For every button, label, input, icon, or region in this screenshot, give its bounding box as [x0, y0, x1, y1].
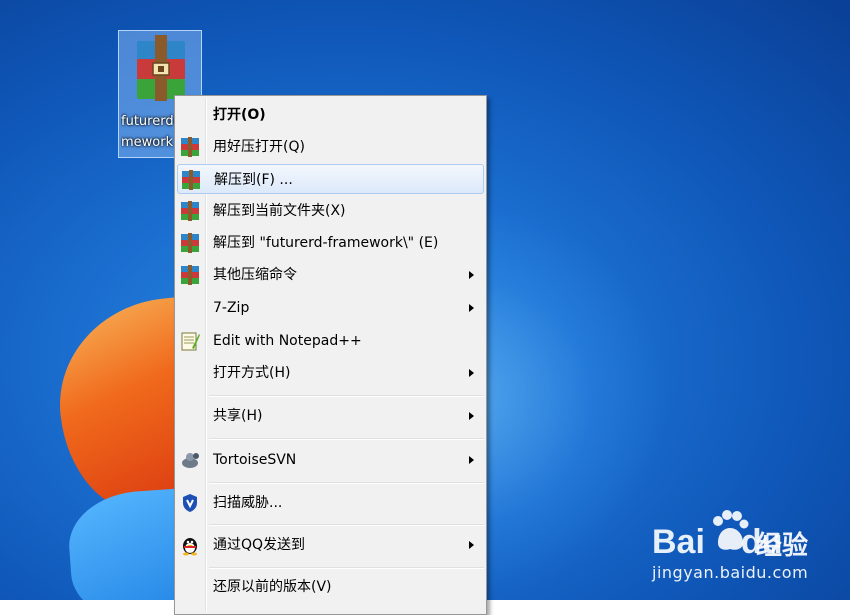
haozip-icon — [179, 136, 201, 158]
submenu-arrow-icon — [469, 271, 474, 279]
menu-separator — [209, 482, 484, 484]
notepad-plus-plus-icon — [179, 330, 201, 352]
menu-item-tortoisesvn[interactable]: TortoiseSVN — [177, 445, 484, 475]
submenu-arrow-icon — [469, 412, 474, 420]
qq-penguin-icon — [179, 534, 201, 556]
menu-item-other-compress-commands[interactable]: 其他压缩命令 — [177, 260, 484, 290]
submenu-arrow-icon — [469, 541, 474, 549]
menu-separator — [209, 438, 484, 440]
shield-icon — [179, 492, 201, 514]
menu-item-label: 打开(O) — [213, 107, 266, 123]
baidu-jingyan-watermark: Bai du 经验 jingyan.baidu.com — [650, 505, 850, 595]
tortoisesvn-icon — [179, 449, 201, 471]
menu-item-label: TortoiseSVN — [213, 452, 297, 468]
menu-item-label: 用好压打开(Q) — [213, 139, 305, 155]
menu-item-label: 解压到当前文件夹(X) — [213, 203, 346, 219]
menu-item-open-with[interactable]: 打开方式(H) — [177, 358, 484, 388]
menu-separator — [209, 524, 484, 526]
menu-item-open-with-haozip[interactable]: 用好压打开(Q) — [177, 132, 484, 162]
haozip-icon — [180, 169, 202, 191]
submenu-arrow-icon — [469, 304, 474, 312]
menu-item-extract-to-folder[interactable]: 解压到 "futurerd-framework\" (E) — [177, 228, 484, 258]
menu-item-send-via-qq[interactable]: 通过QQ发送到 — [177, 530, 484, 560]
submenu-arrow-icon — [469, 369, 474, 377]
submenu-arrow-icon — [469, 456, 474, 464]
menu-item-label: 其他压缩命令 — [213, 267, 297, 283]
menu-item-label: 解压到 "futurerd-framework\" (E) — [213, 235, 439, 251]
menu-item-extract-here[interactable]: 解压到当前文件夹(X) — [177, 196, 484, 226]
watermark-jingyan: 经验 — [756, 531, 809, 561]
menu-item-share[interactable]: 共享(H) — [177, 401, 484, 431]
menu-separator — [209, 567, 484, 569]
menu-item-restore-previous-versions[interactable]: 还原以前的版本(V) — [177, 572, 484, 602]
menu-item-label: 扫描威胁... — [213, 495, 283, 511]
menu-item-label: 还原以前的版本(V) — [213, 579, 332, 595]
menu-item-scan-threats[interactable]: 扫描威胁... — [177, 488, 484, 518]
haozip-icon — [179, 264, 201, 286]
menu-item-label: 共享(H) — [213, 408, 263, 424]
haozip-icon — [179, 232, 201, 254]
haozip-icon — [179, 200, 201, 222]
context-menu: 打开(O) 用好压打开(Q) 解压到(F) ... 解压到当前文件夹(X) 解压… — [174, 95, 487, 615]
menu-separator — [209, 395, 484, 397]
menu-item-edit-with-notepadpp[interactable]: Edit with Notepad++ — [177, 326, 484, 356]
menu-item-open[interactable]: 打开(O) — [177, 100, 484, 130]
menu-item-label: 7-Zip — [213, 300, 250, 316]
menu-item-label: 打开方式(H) — [213, 365, 291, 381]
baidu-paw-icon — [710, 509, 750, 557]
menu-item-extract-to[interactable]: 解压到(F) ... — [177, 164, 484, 194]
menu-item-7zip[interactable]: 7-Zip — [177, 293, 484, 323]
menu-item-label: 解压到(F) ... — [214, 172, 293, 188]
watermark-url: jingyan.baidu.com — [652, 563, 809, 582]
menu-item-label: Edit with Notepad++ — [213, 333, 362, 349]
menu-item-label: 通过QQ发送到 — [213, 537, 306, 553]
